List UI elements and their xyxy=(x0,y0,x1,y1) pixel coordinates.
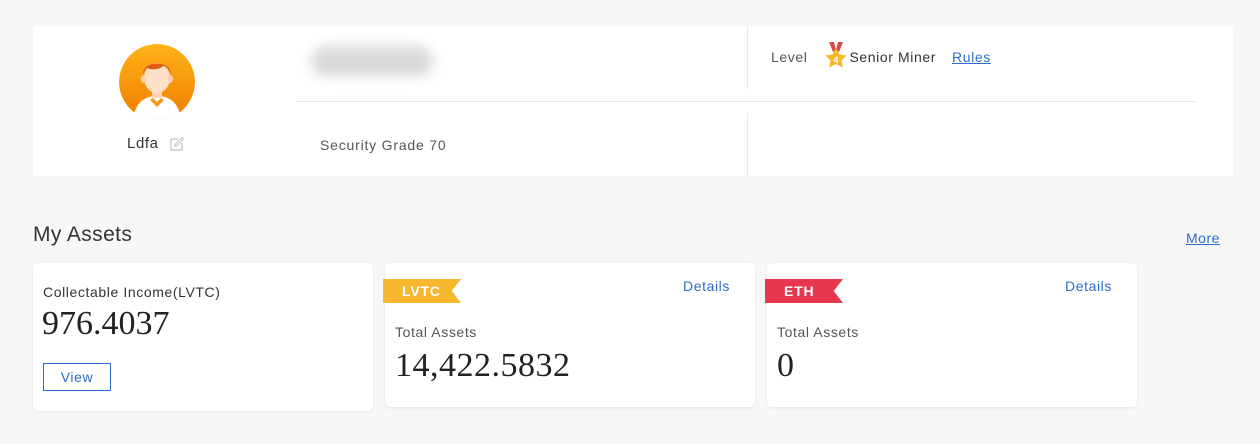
profile-panel: Ldfa Level 4 Senior Miner Rules Security… xyxy=(33,26,1233,176)
more-link[interactable]: More xyxy=(1186,230,1220,246)
username: Ldfa xyxy=(127,135,159,152)
income-value: 976.4037 xyxy=(42,305,170,342)
username-row: Ldfa xyxy=(127,135,185,152)
divider-vertical xyxy=(747,113,748,176)
rules-link[interactable]: Rules xyxy=(952,49,991,65)
eth-details-link[interactable]: Details xyxy=(1065,278,1112,294)
blurred-account-name xyxy=(311,46,433,76)
lvtc-asset-card: LVTC Details Total Assets 14,422.5832 xyxy=(383,263,755,407)
lvtc-ribbon: LVTC xyxy=(383,279,461,303)
divider-horizontal xyxy=(296,101,1196,102)
level-name: Senior Miner xyxy=(849,49,937,65)
eth-asset-card: ETH Details Total Assets 0 xyxy=(765,263,1137,407)
level-row: Level 4 Senior Miner Rules xyxy=(771,42,991,72)
eth-total-label: Total Assets xyxy=(777,324,859,340)
my-assets-title: My Assets xyxy=(33,223,133,246)
level-label: Level xyxy=(771,49,808,65)
security-grade: Security Grade 70 xyxy=(320,137,447,153)
lvtc-total-value: 14,422.5832 xyxy=(395,347,571,384)
eth-total-value: 0 xyxy=(777,347,795,384)
divider-vertical xyxy=(747,26,748,89)
medal-level-number: 4 xyxy=(834,55,839,65)
edit-icon[interactable] xyxy=(169,136,185,152)
eth-ribbon: ETH xyxy=(765,279,843,303)
lvtc-details-link[interactable]: Details xyxy=(683,278,730,294)
income-label: Collectable Income(LVTC) xyxy=(43,284,221,300)
lvtc-total-label: Total Assets xyxy=(395,324,477,340)
collectable-income-card: Collectable Income(LVTC) 976.4037 View xyxy=(33,263,373,411)
view-button[interactable]: View xyxy=(43,363,111,391)
medal-icon: 4 xyxy=(823,42,849,72)
user-avatar-icon[interactable] xyxy=(119,44,195,120)
